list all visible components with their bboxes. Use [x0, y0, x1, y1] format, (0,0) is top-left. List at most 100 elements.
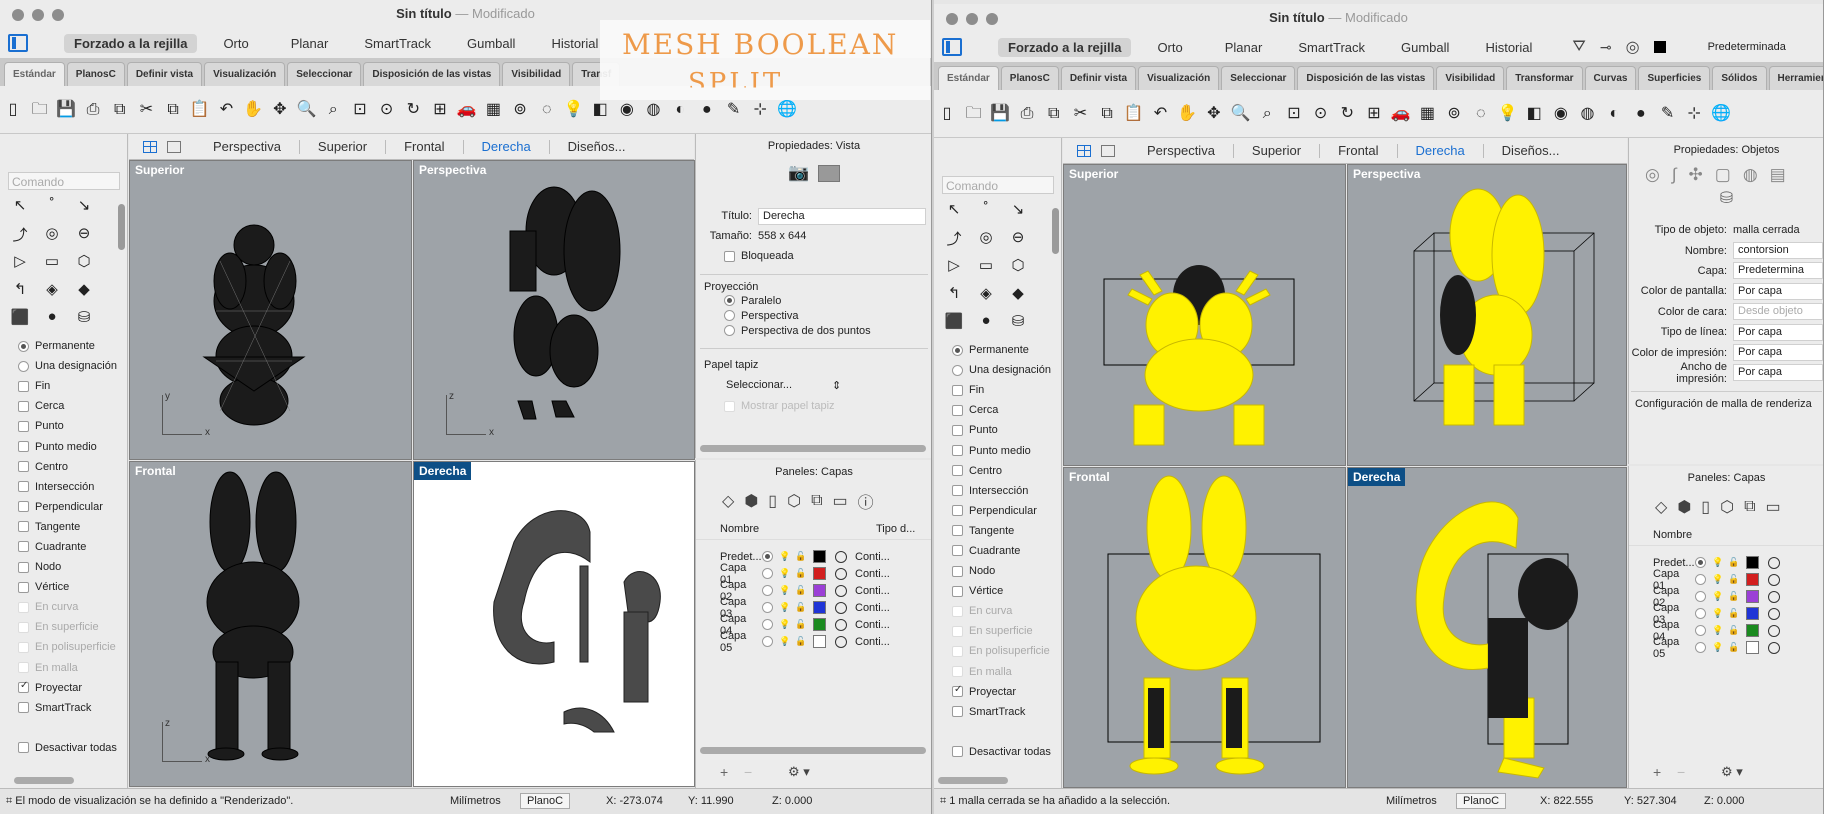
remove-layer-button[interactable]: − [744, 764, 752, 780]
osnap-item[interactable]: Centro [18, 457, 128, 477]
osnap-checkbox[interactable] [18, 501, 29, 513]
layers-scrollbar[interactable] [700, 747, 926, 754]
column-type[interactable]: Tipo d... [828, 523, 915, 535]
osnap-checkbox[interactable] [18, 641, 29, 653]
toolbar-tab[interactable]: Sólidos [1712, 66, 1767, 90]
polyline-icon[interactable]: ↘ [1004, 200, 1032, 226]
tab-perspectiva[interactable]: Perspectiva [195, 139, 300, 154]
material-circle-icon[interactable] [835, 635, 847, 648]
projection-perspective[interactable]: Perspectiva [696, 308, 931, 323]
smarttrack-toggle[interactable]: SmartTrack [354, 34, 441, 53]
shaded-sphere-icon[interactable]: ◐ [669, 99, 691, 121]
select-points-icon[interactable]: ↖ [6, 196, 34, 222]
wallpaper-select[interactable]: Seleccionar... ⇕ [726, 379, 931, 392]
current-layer-radio[interactable] [1695, 608, 1706, 619]
tab-derecha[interactable]: Derecha [1398, 143, 1484, 158]
osnap-item[interactable]: Proyectar [18, 678, 128, 698]
material-circle-icon[interactable] [1768, 556, 1780, 569]
current-layer-radio[interactable] [1695, 625, 1706, 636]
layer-icon[interactable]: ◧ [1523, 103, 1545, 125]
sublayer-icon[interactable]: ▯ [768, 491, 777, 511]
cplane-box[interactable]: PlanoC [520, 793, 571, 809]
cut-icon[interactable]: ✂ [1069, 103, 1091, 125]
property-value[interactable]: contorsion [1733, 242, 1823, 260]
layer-icon[interactable]: ◧ [589, 99, 611, 121]
lock-icon[interactable]: 🔓 [795, 551, 807, 562]
ellipse-icon[interactable]: ⊖ [70, 224, 98, 250]
zoom-selected-icon[interactable]: ⊙ [1310, 103, 1332, 125]
lock-icon[interactable]: 🔓 [1728, 608, 1740, 619]
lock-icon[interactable]: 🔓 [795, 602, 807, 613]
osnap-item[interactable]: Una designación [952, 360, 1062, 380]
osnap-checkbox[interactable] [952, 525, 963, 537]
osnap-checkbox[interactable] [952, 645, 963, 657]
layer-color-swatch[interactable] [1746, 556, 1759, 569]
lightbulb-icon[interactable]: 💡 [1712, 625, 1724, 636]
analyze-icon[interactable]: ⊹ [749, 99, 771, 121]
osnap-item[interactable]: En superficie [952, 621, 1062, 641]
lightbulb-icon[interactable]: 💡 [779, 551, 791, 562]
circle-icon[interactable]: ◎ [38, 224, 66, 250]
cube-icon[interactable]: ⬡ [787, 491, 801, 511]
osnap-checkbox[interactable] [952, 746, 963, 758]
grid-layout-icon[interactable] [143, 140, 157, 153]
osnap-item[interactable]: Perpendicular [18, 497, 128, 517]
osnap-item[interactable]: En curva [18, 597, 128, 617]
osnap-item[interactable]: SmartTrack [18, 698, 128, 718]
current-layer-radio[interactable] [762, 636, 773, 647]
save-icon[interactable]: 💾 [55, 99, 77, 121]
property-value[interactable]: Por capa [1733, 364, 1823, 382]
osnap-item[interactable]: Desactivar todas [952, 742, 1062, 762]
layers-stack-icon[interactable]: ◇ [1655, 497, 1667, 517]
cplane-box[interactable]: PlanoC [1456, 793, 1507, 809]
lock-icon[interactable]: 🔓 [795, 619, 807, 630]
properties-scrollbar[interactable] [700, 445, 926, 452]
osnap-checkbox[interactable] [18, 481, 29, 493]
polyline-icon[interactable]: ↘ [70, 196, 98, 222]
osnap-item[interactable]: Perpendicular [952, 501, 1062, 521]
osnap-item[interactable]: Cuadrante [952, 541, 1062, 561]
osnap-checkbox[interactable] [952, 424, 963, 436]
sphere-icon[interactable]: ● [38, 308, 66, 334]
osnap-item[interactable]: Punto [952, 420, 1062, 440]
sidebar-scrollbar[interactable] [14, 777, 74, 784]
tab-frontal[interactable]: Frontal [1320, 143, 1398, 158]
osnap-item[interactable]: Nodo [952, 561, 1062, 581]
lightbulb-icon[interactable]: 💡 [779, 619, 791, 630]
osnap-checkbox[interactable] [18, 680, 29, 694]
osnap-checkbox[interactable] [18, 420, 29, 432]
filter-icon[interactable]: ⛛ [1572, 38, 1585, 56]
rotate-view-icon[interactable]: ↻ [402, 99, 424, 121]
osnap-item[interactable]: Intersección [952, 481, 1062, 501]
select-points-icon[interactable]: ↖ [940, 200, 968, 226]
osnap-item[interactable]: Una designación [18, 356, 128, 376]
toolbar-tab[interactable]: Disposición de las vistas [1297, 66, 1435, 90]
sublayer-icon[interactable]: ▯ [1701, 497, 1710, 517]
single-view-icon[interactable] [1101, 144, 1115, 157]
polygon-icon[interactable]: ⬡ [1004, 256, 1032, 282]
arc-icon[interactable]: ▷ [940, 256, 968, 282]
analyze-icon[interactable]: ⊹ [1683, 103, 1705, 125]
osnap-checkbox[interactable] [18, 380, 29, 392]
lock-icon[interactable]: 🔓 [1728, 625, 1740, 636]
tab-frontal[interactable]: Frontal [386, 139, 464, 154]
current-layer-radio[interactable] [762, 602, 773, 613]
osnap-item[interactable]: Vértice [952, 581, 1062, 601]
sidebar-toggle-icon[interactable] [8, 34, 28, 52]
column-name[interactable]: Nombre [696, 523, 828, 535]
sidebar-scrollbar[interactable] [938, 777, 1008, 784]
osnap-item[interactable]: Fin [952, 380, 1062, 400]
box-icon[interactable]: ⬛ [6, 308, 34, 334]
copy-layer-icon[interactable]: ⧉ [811, 492, 822, 510]
extrude-icon[interactable]: ◆ [1004, 284, 1032, 310]
lightbulb-icon[interactable]: 💡 [779, 636, 791, 647]
copy-icon[interactable]: ⧉ [1096, 103, 1118, 125]
osnap-radio[interactable] [952, 364, 963, 376]
osnap-checkbox[interactable] [18, 581, 29, 593]
history-toggle[interactable]: Historial [1475, 38, 1542, 57]
osnap-item[interactable]: Intersección [18, 477, 128, 497]
snap-icon[interactable]: ⊸ [1600, 39, 1612, 56]
sphere-page-icon[interactable]: ◍ [1743, 165, 1758, 185]
toolbar-tab[interactable]: Estándar [4, 62, 65, 86]
viewport-derecha[interactable]: Derecha [1347, 467, 1627, 788]
